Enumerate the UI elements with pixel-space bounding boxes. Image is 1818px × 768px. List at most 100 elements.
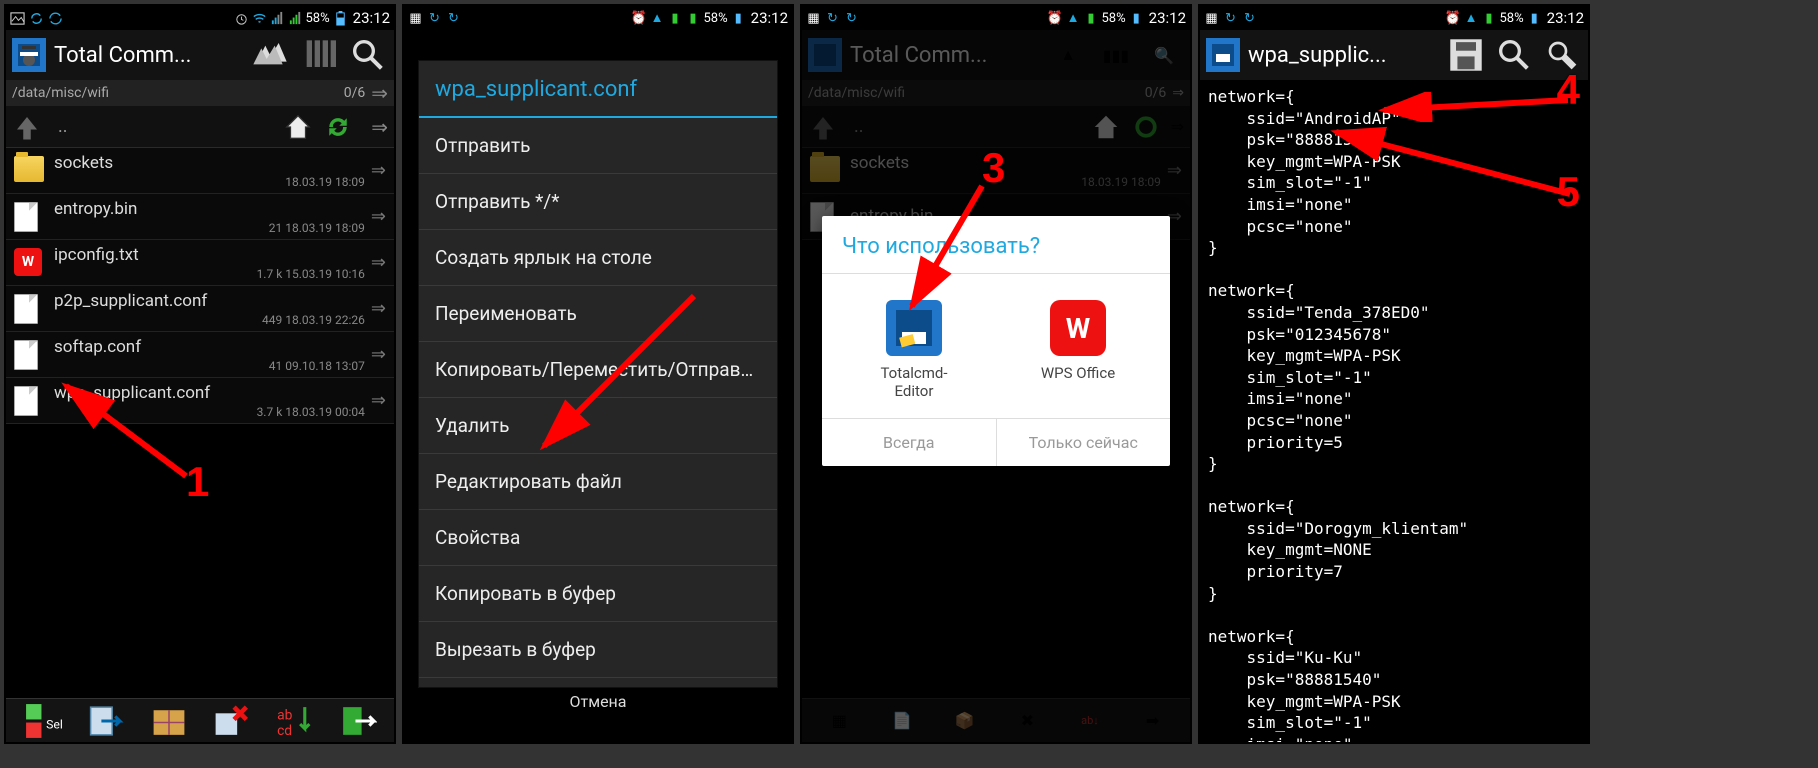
forward-arrow-icon[interactable]: ⇒	[371, 81, 388, 105]
file-row[interactable]: wpa_supplicant.conf3.7 k 18.03.19 00:04⇒	[6, 378, 394, 424]
refresh-icon	[1131, 112, 1161, 142]
sync2-icon: ↻	[1242, 11, 1257, 26]
file-row[interactable]: softap.conf41 09.10.18 13:07⇒	[6, 332, 394, 378]
search-icon[interactable]	[348, 35, 388, 75]
cancel-button[interactable]: Отмена	[419, 678, 777, 725]
context-item[interactable]: Свойства	[419, 510, 777, 566]
phone-4: ▦↻↻ ⏰ ▲ ▮ 58% ▮ 23:12 wpa_supplic... net…	[1198, 4, 1590, 744]
battery-percent: 58%	[1102, 11, 1126, 26]
app-icon: W	[1050, 300, 1106, 356]
svg-text:cd: cd	[277, 722, 292, 738]
parent-dots: ..	[58, 116, 68, 137]
alarm-icon: ⏰	[1446, 11, 1461, 26]
battery-percent: 58%	[306, 11, 330, 26]
app-bar: Total Comm... ▲ ▮▮▮ 🔍	[802, 30, 1190, 80]
bottom-bar: Sel abcd	[6, 698, 394, 742]
exit-icon[interactable]	[337, 703, 377, 739]
gallery-icon: ▦	[1204, 11, 1219, 26]
context-item[interactable]: Копировать в буфер	[419, 566, 777, 622]
sort-icon: ab↓	[1070, 703, 1110, 739]
context-item[interactable]: Редактировать файл	[419, 454, 777, 510]
select-icon: ▦	[819, 703, 859, 739]
app-bar: wpa_supplic...	[1200, 30, 1588, 80]
row-arrow-icon: ⇒	[371, 344, 386, 365]
context-item[interactable]: Переименовать	[419, 286, 777, 342]
wifi-icon: ▲	[1066, 11, 1081, 26]
battery-icon: ▮	[1527, 11, 1542, 26]
select-icon[interactable]: Sel	[23, 703, 63, 739]
status-bar: ▦↻↻ ⏰ ▲ ▮ 58% ▮ 23:12	[802, 6, 1190, 30]
current-path: /data/misc/wifi	[808, 85, 905, 101]
status-bar: ▦↻↻ ⏰ ▲ ▮ ▮ 58% ▮ 23:12	[404, 6, 792, 30]
file-row[interactable]: Wipconfig.txt1.7 k 15.03.19 10:16⇒	[6, 240, 394, 286]
file-name: entropy.bin	[54, 199, 365, 219]
up-icon	[808, 112, 838, 142]
context-item[interactable]: Создать ярлык на столе	[419, 230, 777, 286]
history-icon[interactable]	[252, 35, 292, 75]
home-icon[interactable]	[283, 112, 313, 142]
file-type-icon	[14, 156, 44, 186]
signal-icon: ▮	[1482, 11, 1497, 26]
save-icon[interactable]	[1446, 35, 1486, 75]
exit-icon: ➡	[1133, 703, 1173, 739]
search-icon[interactable]	[1494, 35, 1534, 75]
file-row[interactable]: p2p_supplicant.conf449 18.03.19 22:26⇒	[6, 286, 394, 332]
signal2-icon: ▮	[686, 11, 701, 26]
alarm-icon: ⏰	[632, 11, 647, 26]
app-icon	[808, 38, 842, 72]
file-type-icon	[14, 340, 44, 370]
editor-content[interactable]: network={ ssid="AndroidAP" psk="88881540…	[1200, 80, 1588, 744]
delete-icon[interactable]	[211, 703, 251, 739]
file-meta: 21 18.03.19 18:09	[54, 221, 365, 235]
file-name: ipconfig.txt	[54, 245, 365, 265]
gallery-icon: ▦	[806, 11, 821, 26]
refresh-icon[interactable]	[323, 112, 353, 142]
anno-4: 4	[1557, 66, 1580, 114]
app-icon	[1206, 38, 1240, 72]
forward-arrow2-icon[interactable]: ⇒	[371, 115, 388, 139]
sync2-icon: ↻	[844, 11, 859, 26]
copy-icon[interactable]	[86, 703, 126, 739]
once-button[interactable]: Только сейчас	[997, 419, 1171, 466]
svg-text:Sel: Sel	[46, 718, 63, 732]
nav-row: .. ⇒	[6, 106, 394, 148]
app-title: Total Comm...	[850, 43, 1040, 68]
signal2-icon	[288, 11, 303, 26]
row-arrow-icon: ⇒	[371, 390, 386, 411]
context-item[interactable]: Вырезать в буфер	[419, 622, 777, 678]
clock: 23:12	[1547, 9, 1584, 27]
app-title: Total Comm...	[54, 43, 244, 68]
wifi-icon	[252, 11, 267, 26]
file-type-icon: W	[14, 248, 44, 278]
file-type-icon	[14, 294, 44, 324]
totalcmd-editor-app[interactable]: Totalcmd-Editor	[864, 300, 964, 400]
battery-percent: 58%	[704, 11, 728, 26]
gallery-icon: ▦	[408, 11, 423, 26]
svg-text:ab: ab	[277, 707, 293, 723]
file-name: sockets	[54, 153, 365, 173]
up-icon[interactable]	[12, 112, 42, 142]
status-bar: 58% 23:12	[6, 6, 394, 30]
context-title: wpa_supplicant.conf	[419, 61, 777, 118]
sync-icon	[29, 11, 44, 26]
context-item[interactable]: Копировать/Переместить/Отправить	[419, 342, 777, 398]
always-button[interactable]: Всегда	[822, 419, 997, 466]
context-item[interactable]: Отправить	[419, 118, 777, 174]
sort-icon[interactable]: abcd	[274, 703, 314, 739]
history-icon: ▲	[1048, 35, 1088, 75]
clock: 23:12	[1149, 9, 1186, 27]
app-title: wpa_supplic...	[1248, 43, 1438, 68]
archive-icon[interactable]	[149, 703, 189, 739]
path-bar: /data/misc/wifi 0/6 ⇒	[6, 80, 394, 106]
status-bar: ▦↻↻ ⏰ ▲ ▮ 58% ▮ 23:12	[1200, 6, 1588, 30]
bookmarks-icon[interactable]	[300, 35, 340, 75]
file-row[interactable]: entropy.bin21 18.03.19 18:09⇒	[6, 194, 394, 240]
context-item[interactable]: Удалить	[419, 398, 777, 454]
file-meta: 3.7 k 18.03.19 00:04	[54, 405, 365, 419]
signal-icon: ▮	[668, 11, 683, 26]
file-row[interactable]: sockets 18.03.19 18:09⇒	[6, 148, 394, 194]
battery-icon: ▮	[731, 11, 746, 26]
wps-office-app[interactable]: WWPS Office	[1028, 300, 1128, 400]
archive-icon: 📦	[945, 703, 985, 739]
context-item[interactable]: Отправить */*	[419, 174, 777, 230]
